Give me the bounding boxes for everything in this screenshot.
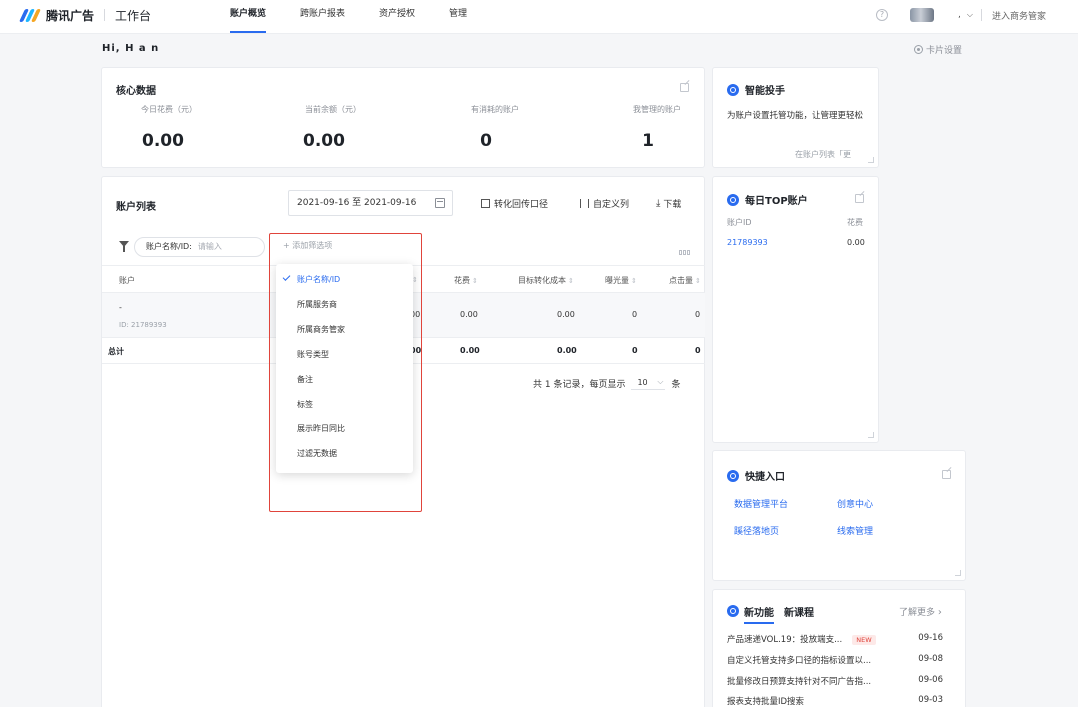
assistant-desc: 为账户设置托管功能，让管理更轻松 [727, 111, 864, 121]
news-icon [727, 605, 739, 617]
chevron-right-icon: › [937, 607, 942, 618]
quick-link-landing-page[interactable]: 蹊径落地页 [734, 524, 779, 537]
density-icon[interactable] [679, 248, 694, 255]
conversion-caliber-button[interactable]: 转化回传口径 [481, 197, 548, 210]
pagination: 共 1 条记录，每页显示 10 条 [533, 375, 680, 390]
card-settings-label: 卡片设置 [926, 46, 963, 56]
metric-today-cost: 今日花费（元） 0.00 [141, 105, 197, 151]
learn-more-link[interactable]: 了解更多 › [899, 605, 942, 618]
new-badge: NEW [852, 635, 876, 645]
col-cost[interactable]: 花费 ⇕ [454, 275, 478, 286]
filter-option-business-manager[interactable]: 所属商务管家 [297, 324, 345, 335]
filter-option-yesterday-compare[interactable]: 展示昨日同比 [297, 423, 345, 434]
date-range-picker[interactable]: 2021-09-16 至 2021-09-16 [288, 190, 453, 216]
quick-entry-card: 快捷入口 数据管理平台 创意中心 蹊径落地页 线索管理 [712, 450, 966, 581]
col-clicks[interactable]: 点击量 ⇕ [669, 275, 701, 286]
bar-chart-icon [481, 199, 490, 208]
user-name[interactable]: , [958, 10, 961, 20]
logo[interactable]: 腾讯广告 工作台 [18, 7, 152, 23]
tab-new-features[interactable]: 新功能 [744, 604, 774, 624]
core-data-card: 核心数据 今日花费（元） 0.00 当前余额（元） 0.00 有消耗的账户 0 … [101, 67, 705, 168]
gear-icon [914, 45, 923, 54]
quick-entry-title: 快捷入口 [745, 472, 785, 483]
filter-option-service-provider[interactable]: 所属服务商 [297, 299, 337, 310]
main-nav: 账户概览 跨账户报表 资产授权 管理 [220, 0, 491, 34]
edit-icon[interactable] [855, 194, 864, 203]
metric-balance: 当前余额（元） 0.00 [303, 105, 361, 151]
top-accounts-icon [727, 193, 739, 206]
nav-asset-authorization[interactable]: 资产授权 [369, 0, 425, 34]
metric-managed-accounts: 我管理的账户 1 [633, 105, 681, 151]
filter-option-tag[interactable]: 标签 [297, 399, 313, 410]
assistant-footer[interactable]: 在账户列表「更 [795, 149, 851, 160]
filter-option-account-type[interactable]: 账号类型 [297, 349, 329, 360]
smart-assistant-card: 智能投手 为账户设置托管功能，让管理更轻松 在账户列表「更 [712, 67, 879, 168]
enter-business-manager-link[interactable]: 进入商务管家 [992, 9, 1046, 22]
filter-input-placeholder[interactable]: 请输入 [198, 242, 222, 251]
filter-option-remark[interactable]: 备注 [297, 374, 313, 385]
edit-icon[interactable] [942, 470, 951, 479]
brand-name: 腾讯广告 [46, 8, 95, 23]
download-icon: ⤓ [656, 198, 661, 209]
news-tabs: 新功能 新课程 [744, 604, 824, 624]
workbench-label: 工作台 [115, 8, 152, 23]
top-account-id-link[interactable]: 21789393 [727, 238, 768, 247]
col-account[interactable]: 账户 [119, 275, 135, 286]
nav-account-overview[interactable]: 账户概览 [220, 0, 276, 34]
check-icon [282, 273, 291, 281]
quick-entry-icon [727, 469, 739, 482]
top-bar: 腾讯广告 工作台 账户概览 跨账户报表 资产授权 管理 ? , ⌵ 进入商务管家 [0, 0, 1078, 34]
edit-icon[interactable] [680, 83, 689, 92]
news-item[interactable]: 报表支持批量ID搜索 09-03 [727, 695, 943, 707]
brand-logo-icon [18, 8, 42, 22]
top-accounts-title: 每日TOP账户 [745, 196, 808, 207]
quick-link-lead-management[interactable]: 线索管理 [837, 524, 873, 537]
add-filter-button[interactable]: + 添加筛选项 [283, 240, 332, 251]
nav-cross-account-report[interactable]: 跨账户报表 [290, 0, 355, 34]
quick-link-data-platform[interactable]: 数据管理平台 [734, 497, 788, 510]
news-item[interactable]: 批量修改日预算支持针对不同广告指... 09-06 [727, 675, 943, 687]
help-icon[interactable]: ? [876, 9, 889, 21]
filter-icon[interactable] [119, 241, 129, 252]
account-list-title: 账户列表 [116, 202, 156, 213]
nav-management[interactable]: 管理 [439, 0, 477, 34]
custom-columns-button[interactable]: 自定义列 [580, 197, 629, 210]
core-data-title: 核心数据 [116, 86, 156, 97]
page-size-select[interactable]: 10 [631, 375, 666, 390]
tab-new-courses[interactable]: 新课程 [784, 604, 814, 624]
top-accounts-card: 每日TOP账户 账户ID 花费 21789393 0.00 [712, 176, 879, 443]
quick-link-creative-center[interactable]: 创意中心 [837, 497, 873, 510]
avatar[interactable] [910, 8, 935, 22]
news-item[interactable]: 自定义托管支持多口径的指标设置以... 09-08 [727, 654, 943, 666]
account-name-filter[interactable]: 账户名称/ID: 请输入 [134, 237, 265, 257]
calendar-icon [435, 198, 445, 208]
assistant-title: 智能投手 [745, 86, 785, 97]
news-item[interactable]: 产品速递VOL.19：投放端支... NEW 09-16 [727, 633, 943, 645]
assistant-icon [727, 83, 739, 96]
filter-option-account-name[interactable]: 账户名称/ID [297, 274, 340, 285]
filter-option-filter-empty[interactable]: 过滤无数据 [297, 448, 337, 459]
columns-icon [580, 199, 589, 208]
chevron-down-icon[interactable]: ⌵ [967, 10, 973, 20]
download-button[interactable]: ⤓ 下载 [656, 197, 681, 210]
metric-spending-accounts: 有消耗的账户 0 [471, 105, 519, 151]
greeting: Hi, H a n [102, 43, 160, 54]
filter-options-dropdown: 账户名称/ID 所属服务商 所属商务管家 账号类型 备注 标签 展示昨日同比 过… [276, 264, 413, 473]
col-impressions[interactable]: 曝光量 ⇕ [605, 275, 637, 286]
col-target-cost[interactable]: 目标转化成本 ⇕ [518, 275, 574, 286]
card-settings-button[interactable]: 卡片设置 [914, 43, 962, 56]
